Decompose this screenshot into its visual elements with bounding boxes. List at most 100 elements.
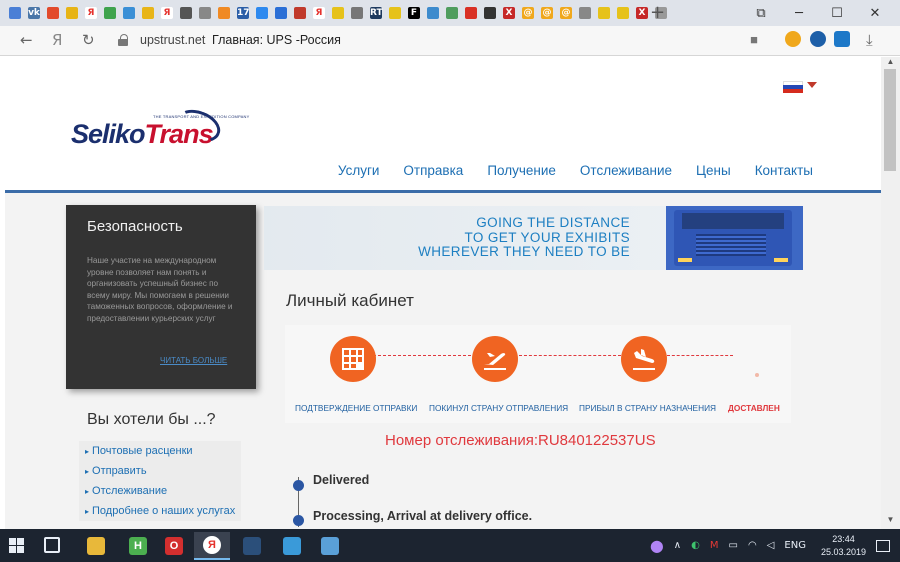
address-bar: ← Я ↻ upstrust.net Главная: UPS -Россия … bbox=[0, 26, 900, 56]
picture-icon[interactable] bbox=[424, 4, 442, 22]
step-confirm-circle bbox=[330, 336, 376, 382]
event-dot-icon bbox=[293, 480, 304, 491]
scroll-thumb[interactable] bbox=[884, 69, 896, 171]
gold-icon[interactable] bbox=[63, 4, 81, 22]
book-icon[interactable] bbox=[312, 532, 348, 560]
opera-icon[interactable]: O bbox=[156, 532, 192, 560]
scroll-down-icon[interactable]: ▼ bbox=[881, 515, 900, 524]
search-icon[interactable] bbox=[196, 4, 214, 22]
plane-landing-icon bbox=[633, 349, 655, 370]
nav-contacts[interactable]: Контакты bbox=[755, 163, 813, 178]
russian-flag-icon[interactable] bbox=[783, 81, 803, 93]
calendar-icon[interactable]: 17 bbox=[234, 4, 252, 22]
back-button[interactable]: ← bbox=[20, 31, 33, 49]
multi-icon[interactable] bbox=[101, 4, 119, 22]
scroll-up-icon[interactable]: ▲ bbox=[881, 57, 900, 66]
download-icon[interactable]: ⤓ bbox=[866, 31, 873, 49]
yandex-icon[interactable]: Я bbox=[310, 4, 328, 22]
new-tab-button[interactable]: + bbox=[650, 2, 665, 23]
reload-button[interactable]: ↻ bbox=[82, 31, 95, 49]
windows-icon[interactable] bbox=[253, 4, 271, 22]
url-field[interactable]: upstrust.net Главная: UPS -Россия ■ bbox=[110, 29, 768, 53]
nav-services[interactable]: Услуги bbox=[338, 163, 380, 178]
lock-icon bbox=[118, 34, 128, 46]
wish-item-send[interactable]: ▸ Отправить bbox=[79, 461, 241, 481]
car-icon[interactable] bbox=[329, 4, 347, 22]
at-icon[interactable]: @ bbox=[557, 4, 575, 22]
x-icon[interactable]: X bbox=[500, 4, 518, 22]
notifications-icon[interactable] bbox=[876, 539, 890, 552]
task-view-icon[interactable] bbox=[44, 537, 60, 553]
language-dropdown-caret-icon[interactable] bbox=[807, 82, 817, 88]
paint-icon[interactable] bbox=[274, 532, 310, 560]
bird-icon[interactable] bbox=[120, 4, 138, 22]
car-icon[interactable] bbox=[595, 4, 613, 22]
nav-send[interactable]: Отправка bbox=[403, 163, 463, 178]
bookmark-icon[interactable]: ■ bbox=[750, 32, 758, 47]
cart-extension-icon[interactable] bbox=[834, 31, 850, 47]
language-indicator[interactable]: ENG bbox=[784, 540, 806, 551]
mail-icon[interactable] bbox=[44, 4, 62, 22]
blue-docs-icon[interactable] bbox=[6, 4, 24, 22]
page-scrollbar[interactable]: ▲ ▼ bbox=[881, 57, 900, 529]
start-button[interactable] bbox=[9, 538, 24, 553]
file-explorer-icon[interactable] bbox=[78, 532, 114, 560]
forbes-icon[interactable]: F bbox=[405, 4, 423, 22]
notepad-h-icon[interactable]: H bbox=[120, 532, 156, 560]
at-icon[interactable]: @ bbox=[519, 4, 537, 22]
close-window-button[interactable]: ✕ bbox=[856, 6, 894, 21]
minimize-button[interactable]: ─ bbox=[780, 6, 818, 21]
at-icon[interactable]: @ bbox=[538, 4, 556, 22]
wish-item-tracking[interactable]: ▸ Отслеживание bbox=[79, 481, 241, 501]
banner-slogan: GOING THE DISTANCE TO GET YOUR EXHIBITS … bbox=[418, 215, 630, 259]
alice-icon[interactable]: ● bbox=[650, 536, 664, 555]
maximize-button[interactable]: ☐ bbox=[818, 6, 856, 21]
mcafee-icon[interactable]: M bbox=[710, 540, 719, 551]
volume-icon[interactable]: ◁ bbox=[767, 540, 775, 551]
ccleaner-icon[interactable] bbox=[234, 532, 270, 560]
nav-tracking[interactable]: Отслеживание bbox=[580, 163, 672, 178]
clock[interactable]: 23:44 25.03.2019 bbox=[821, 533, 866, 559]
nav-prices[interactable]: Цены bbox=[696, 163, 731, 178]
step-label-confirm: ПОДТВЕРЖДЕНИЕ ОТПРАВКИ bbox=[295, 403, 418, 413]
wish-item-postal-rates[interactable]: ▸ Почтовые расценки bbox=[79, 441, 241, 461]
bookmark-icon[interactable] bbox=[481, 4, 499, 22]
car-icon[interactable] bbox=[614, 4, 632, 22]
rt-icon[interactable]: RT bbox=[367, 4, 385, 22]
seliko-trans-logo[interactable]: SelikoTrans THE TRANSPORT AND EXPEDITION… bbox=[71, 104, 249, 155]
nav-receive[interactable]: Получение bbox=[487, 163, 556, 178]
tracking-number: Номер отслеживания:RU840122537US bbox=[385, 432, 656, 449]
browser-tab-strip: vk Я Я 17 Я RT F X @ @ @ X + ⧉ ─ ☐ ✕ bbox=[0, 0, 900, 26]
bullet-icon: ▸ bbox=[85, 507, 90, 516]
bookmarks-panel-button[interactable]: ⧉ bbox=[742, 6, 780, 21]
main-nav: Услуги Отправка Получение Отслеживание Ц… bbox=[338, 163, 813, 178]
yandex-browser-icon[interactable]: Я bbox=[194, 532, 230, 560]
yandex-icon[interactable]: Я bbox=[158, 4, 176, 22]
briefcase-icon[interactable] bbox=[177, 4, 195, 22]
yandex-home-button[interactable]: Я bbox=[52, 31, 62, 49]
battery-icon[interactable]: ▭ bbox=[729, 540, 738, 551]
security-text: Наше участие на международном уровне поз… bbox=[87, 256, 233, 323]
pie-icon[interactable] bbox=[215, 4, 233, 22]
mail-envelope-icon[interactable] bbox=[139, 4, 157, 22]
x-icon[interactable]: X bbox=[633, 4, 651, 22]
car-icon[interactable] bbox=[386, 4, 404, 22]
protect-extension-icon[interactable] bbox=[785, 31, 801, 47]
globe-extension-icon[interactable] bbox=[810, 31, 826, 47]
circle-icon[interactable] bbox=[272, 4, 290, 22]
wish-title: Вы хотели бы ...? bbox=[87, 411, 216, 428]
event-dot-icon bbox=[293, 515, 304, 526]
wish-item-more-services[interactable]: ▸ Подробнее о наших услугах bbox=[79, 501, 241, 521]
yandex-icon[interactable]: Я bbox=[82, 4, 100, 22]
network-icon[interactable]: ◠ bbox=[748, 540, 757, 551]
search-icon[interactable] bbox=[576, 4, 594, 22]
step-connector bbox=[667, 355, 733, 356]
grid-icon[interactable] bbox=[443, 4, 461, 22]
flag-icon[interactable] bbox=[462, 4, 480, 22]
vk-icon[interactable]: vk bbox=[25, 4, 43, 22]
cloud-icon[interactable]: ◐ bbox=[691, 540, 700, 551]
tray-chevron-icon[interactable]: ∧ bbox=[674, 540, 681, 551]
doc-icon[interactable] bbox=[348, 4, 366, 22]
book-icon[interactable] bbox=[291, 4, 309, 22]
read-more-link[interactable]: ЧИТАТЬ БОЛЬШЕ bbox=[160, 356, 227, 365]
